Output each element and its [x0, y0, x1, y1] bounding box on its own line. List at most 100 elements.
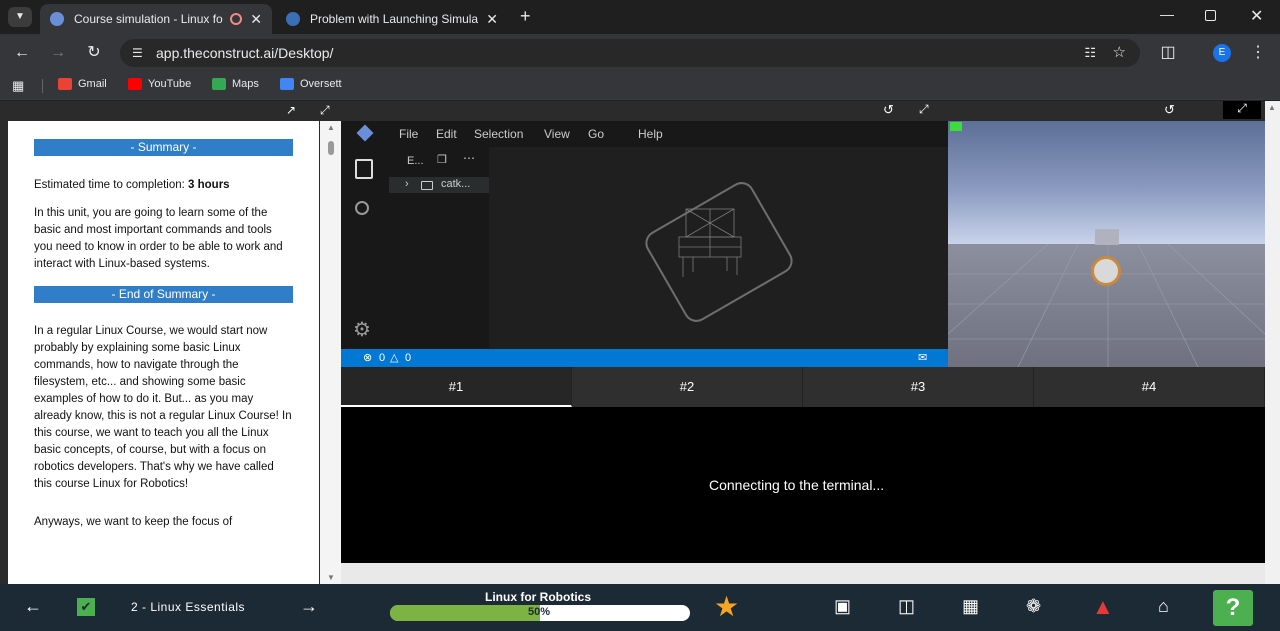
end-summary-header: - End of Summary -	[34, 286, 293, 303]
notebook-scrollbar[interactable]: ▲ ▼	[320, 121, 341, 584]
desktop-icon[interactable]: ▣	[834, 596, 851, 617]
fullscreen-icon[interactable]: ⤢	[320, 103, 330, 118]
explorer-panel: E... ❐ ⋯ › catk...	[389, 147, 489, 349]
warning-icon[interactable]: ▲	[1092, 594, 1114, 620]
new-tab-button[interactable]: +	[520, 6, 531, 27]
bookmarks-bar: ▦ Gmail YouTube Maps Oversett	[0, 72, 1280, 100]
search-icon[interactable]	[355, 201, 369, 215]
terminal-tabs: #1 #2 #3 #4	[341, 367, 1265, 407]
browser-tab-problem[interactable]: Problem with Launching Simula ✕	[276, 4, 508, 34]
warning-icon[interactable]: △	[390, 351, 398, 364]
status-indicator	[950, 122, 962, 131]
ide-logo-icon	[356, 124, 374, 142]
close-tab-icon[interactable]: ✕	[486, 11, 498, 28]
close-window-icon[interactable]: ✕	[1250, 6, 1263, 26]
explorer-icon[interactable]	[355, 159, 373, 179]
course-favicon-icon	[50, 12, 64, 26]
help-button[interactable]: ?	[1213, 590, 1253, 626]
extensions-icon[interactable]: ◫	[1156, 42, 1180, 64]
browser-tab-course[interactable]: Course simulation - Linux fo ✕	[40, 4, 272, 34]
simulation-viewport[interactable]	[948, 121, 1265, 367]
progress-label: 50%	[528, 606, 551, 618]
reload-sim-icon[interactable]: ↺	[1164, 102, 1175, 118]
collapse-icon[interactable]: ❐	[437, 153, 447, 166]
home-icon[interactable]: ⌂	[1158, 596, 1169, 617]
forum-favicon-icon	[286, 12, 300, 26]
warning-count: 0	[405, 352, 412, 364]
ide-sim-toolbar: ↺ ⤢ ↺ ⤢	[341, 101, 1265, 121]
url-text: app.theconstruct.ai/Desktop/	[156, 45, 334, 61]
fullscreen-ide-icon[interactable]: ⤢	[919, 102, 929, 117]
settings-gear-icon[interactable]: ⚙	[353, 317, 371, 342]
close-tab-icon[interactable]: ✕	[250, 11, 262, 28]
url-field[interactable]: ☰ app.theconstruct.ai/Desktop/ ☷ ☆	[120, 39, 1140, 67]
scroll-up-icon[interactable]: ▲	[1268, 103, 1276, 112]
bookmark-label: Maps	[232, 78, 259, 90]
translate-icon	[280, 78, 294, 90]
error-icon[interactable]: ⊗	[363, 351, 372, 364]
notebook-book-icon[interactable]: ◫	[898, 596, 915, 617]
course-title: Linux for Robotics	[485, 590, 591, 604]
previous-unit-icon[interactable]: ←	[24, 596, 42, 617]
bookmark-label: Oversett	[300, 78, 342, 90]
tab-terminal-2[interactable]: #2	[572, 367, 803, 407]
tab-terminal-3[interactable]: #3	[803, 367, 1034, 407]
bookmark-maps[interactable]: Maps	[212, 78, 259, 90]
ide-watermark-icon	[645, 182, 793, 322]
menu-view[interactable]: View	[544, 127, 570, 141]
ide-statusbar: ⊗ 0 △ 0 ✉	[341, 349, 948, 367]
menu-help[interactable]: Help	[638, 127, 663, 141]
menu-selection[interactable]: Selection	[474, 127, 523, 141]
unit-complete-checkbox[interactable]: ✔	[77, 598, 95, 616]
divider	[42, 79, 43, 93]
translate-icon[interactable]: ☷	[1084, 39, 1096, 67]
robot-model	[1095, 229, 1119, 245]
restore-icon[interactable]	[1205, 10, 1216, 21]
bookmark-oversett[interactable]: Oversett	[280, 78, 342, 90]
reload-icon[interactable]: ↻	[82, 42, 106, 64]
tab-terminal-4[interactable]: #4	[1034, 367, 1265, 407]
next-unit-icon[interactable]: →	[300, 596, 318, 617]
menu-file[interactable]: File	[399, 127, 418, 141]
sky	[948, 121, 1265, 244]
more-actions-icon[interactable]: ⋯	[463, 151, 475, 165]
folder-row[interactable]: › catk...	[389, 177, 489, 193]
minimize-icon[interactable]: —	[1160, 6, 1174, 22]
time-value: 3 hours	[188, 179, 230, 191]
fullscreen-sim-icon[interactable]: ⤢	[1223, 101, 1261, 119]
tab-terminal-1[interactable]: #1	[341, 367, 572, 407]
bookmark-gmail[interactable]: Gmail	[58, 78, 107, 90]
forward-icon[interactable]: →	[46, 42, 70, 64]
maps-icon	[212, 78, 226, 90]
scroll-up-icon[interactable]: ▲	[327, 123, 335, 132]
open-external-icon[interactable]: ↗	[286, 103, 296, 117]
star-icon[interactable]: ★	[714, 590, 739, 623]
terminal-panel[interactable]: Connecting to the terminal...	[341, 407, 1265, 563]
recording-icon	[230, 13, 243, 25]
tab-list-dropdown-icon[interactable]: ▼	[8, 7, 32, 27]
layout-grid-icon[interactable]: ▦	[962, 596, 979, 617]
scroll-down-icon[interactable]: ▼	[327, 573, 335, 582]
tab-title: Course simulation - Linux fo	[74, 12, 223, 26]
intro-paragraph: In a regular Linux Course, we would star…	[34, 325, 292, 490]
page-scrollbar[interactable]: ▲	[1265, 101, 1280, 584]
back-icon[interactable]: ←	[10, 42, 34, 64]
bookmark-label: Gmail	[78, 78, 107, 90]
progress-fill	[390, 605, 540, 621]
profile-avatar[interactable]: E	[1213, 44, 1231, 62]
notifications-bell-icon[interactable]: ✉	[918, 351, 927, 364]
address-toolbar: ← → ↻ ☰ app.theconstruct.ai/Desktop/ ☷ ☆…	[0, 34, 1280, 72]
bookmark-youtube[interactable]: YouTube	[128, 78, 191, 90]
summary-header: - Summary -	[34, 139, 293, 156]
menu-kebab-icon[interactable]: ⋮	[1246, 42, 1270, 64]
menu-edit[interactable]: Edit	[436, 127, 457, 141]
apps-grid-icon[interactable]: ▦	[12, 78, 24, 94]
ai-assistant-icon[interactable]: ❁	[1026, 596, 1041, 617]
gmail-icon	[58, 78, 72, 90]
reload-ide-icon[interactable]: ↺	[883, 102, 894, 118]
site-settings-icon[interactable]: ☰	[132, 39, 143, 67]
bookmark-star-icon[interactable]: ☆	[1113, 39, 1126, 67]
menu-go[interactable]: Go	[588, 127, 604, 141]
editor-area	[489, 147, 948, 349]
scroll-thumb[interactable]	[328, 141, 334, 155]
